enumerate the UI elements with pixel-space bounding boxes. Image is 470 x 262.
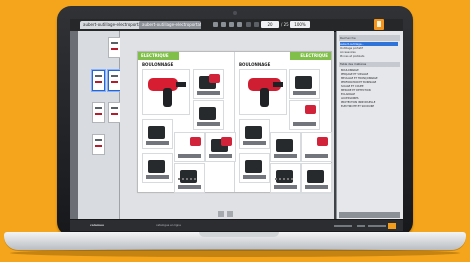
- product-caption-bar: [209, 154, 232, 158]
- product-caption-bar: [305, 154, 328, 158]
- product-charger-left[interactable]: [193, 100, 224, 130]
- product-card-left[interactable]: [142, 153, 173, 183]
- charger-shape: [199, 107, 216, 120]
- right-sidebar: Recherche aubert-outillage... Outillage …: [336, 31, 403, 219]
- left-arrow-icon[interactable]: [218, 211, 224, 217]
- bits-shape: [190, 137, 201, 146]
- key-shape: [317, 137, 328, 146]
- footer-separator: [357, 225, 365, 227]
- product-caption-bar: [293, 91, 316, 95]
- product-caption-bar: [305, 185, 328, 189]
- laptop-shadow: [10, 249, 460, 257]
- product-battery-left[interactable]: [193, 69, 224, 99]
- sidebar-item[interactable]: Pinces et pistolets: [340, 54, 398, 58]
- thumbnail-panel: [78, 31, 121, 219]
- grid-view-icon[interactable]: [213, 22, 218, 27]
- left-section-title: BOULONNAGE: [142, 62, 174, 67]
- page-thumbnail-active[interactable]: [92, 70, 105, 91]
- product-tool-right[interactable]: [239, 119, 270, 149]
- left-page-header: ELECTRIQUE: [138, 52, 179, 60]
- product-caption-bar: [197, 91, 220, 95]
- zoom-level-field[interactable]: 100%: [290, 21, 310, 28]
- screwdriver-shape: [245, 160, 262, 173]
- product-caption-bar: [274, 185, 297, 189]
- battery-shape: [295, 76, 312, 89]
- document-tab-2[interactable]: aubert-outillage-electroportatif-2023: [139, 21, 201, 29]
- batteries-shape: [180, 170, 197, 183]
- product-key-right[interactable]: [301, 132, 332, 162]
- product-drill-right[interactable]: [239, 69, 287, 115]
- product-caption-bar: [146, 141, 169, 145]
- double-page-icon[interactable]: [229, 22, 234, 27]
- case-accent: [221, 137, 232, 146]
- product-accessory-right-2[interactable]: [270, 132, 301, 162]
- status-bar: calameo catalogue en ligne: [70, 219, 403, 231]
- page-total-label: / 25: [281, 22, 289, 27]
- footer-separator: [368, 225, 386, 227]
- plug-shape: [276, 170, 293, 183]
- box-shape: [148, 126, 165, 139]
- app-logo-icon: [374, 19, 384, 30]
- right-page-header: ELECTRIQUE: [290, 52, 331, 60]
- page-number-field[interactable]: 20: [261, 21, 279, 28]
- app-screen: aubert-outillage-electroportatif-2023 au…: [70, 19, 403, 231]
- page-spine: [234, 52, 235, 192]
- product-case-left[interactable]: [205, 132, 236, 162]
- card-shape: [148, 160, 165, 173]
- document-tab-1[interactable]: aubert-outillage-electroportatif-2023: [80, 21, 142, 29]
- tool-shape: [245, 126, 262, 139]
- dotted-separator: [178, 178, 198, 180]
- laptop-base: [4, 232, 466, 250]
- zoom-out-icon[interactable]: [237, 22, 242, 27]
- product-caption-bar: [178, 185, 201, 189]
- sidebar-footer: [339, 212, 400, 218]
- outline-title: Table des matières: [339, 62, 400, 67]
- page-thumbnail[interactable]: [92, 134, 105, 155]
- product-caption-bar: [243, 141, 266, 145]
- page-navigation-arrows[interactable]: [218, 202, 238, 217]
- product-drill-left[interactable]: [142, 69, 190, 115]
- product-caption-bar: [146, 175, 169, 179]
- sidebar-panel-title: Recherche: [339, 35, 400, 41]
- accessory-shape: [305, 105, 316, 114]
- product-caption-bar: [197, 122, 220, 126]
- single-page-icon[interactable]: [221, 22, 226, 27]
- product-caption-bar: [178, 154, 201, 158]
- product-screwdriver-right[interactable]: [239, 153, 270, 183]
- right-arrow-icon[interactable]: [227, 211, 233, 217]
- product-battery-right[interactable]: [289, 69, 320, 99]
- document-viewer: ELECTRIQUE ELECTRIQUE BOULONNAGE BOULONN…: [120, 31, 334, 219]
- drill-grip-shape: [260, 88, 269, 107]
- camera-icon: [233, 11, 237, 15]
- left-tool-rail: [70, 31, 78, 219]
- laptop-notch: [199, 232, 279, 237]
- laptop-screenshot: aubert-outillage-electroportatif-2023 au…: [0, 0, 470, 262]
- product-caption-bar: [243, 175, 266, 179]
- status-badge: [388, 223, 396, 229]
- product-caption-bar: [274, 154, 297, 158]
- product-case-right[interactable]: [301, 163, 332, 193]
- previous-page-icon[interactable]: [246, 22, 251, 27]
- dotted-separator: [275, 178, 295, 180]
- page-thumbnail[interactable]: [92, 102, 105, 123]
- next-page-icon[interactable]: [254, 22, 259, 27]
- product-box-left[interactable]: [142, 119, 173, 149]
- brand-label: calameo: [90, 223, 105, 227]
- right-section-title: BOULONNAGE: [239, 62, 271, 67]
- status-text: catalogue en ligne: [156, 223, 181, 227]
- product-bits-left[interactable]: [174, 132, 205, 162]
- product-accessory-right[interactable]: [289, 100, 320, 130]
- accessory-shape: [276, 139, 293, 152]
- catalog-spread[interactable]: ELECTRIQUE ELECTRIQUE BOULONNAGE BOULONN…: [137, 51, 332, 193]
- outline-item[interactable]: ÉLECTRICITÉ ET SOUDURE: [341, 105, 399, 109]
- battery-accent: [209, 74, 220, 83]
- footer-separator: [334, 225, 352, 227]
- drill-grip-shape: [163, 88, 172, 107]
- drill-chuck-shape: [273, 82, 283, 87]
- drill-chuck-shape: [176, 82, 186, 87]
- product-caption-bar: [293, 122, 316, 126]
- case-shape: [307, 170, 324, 183]
